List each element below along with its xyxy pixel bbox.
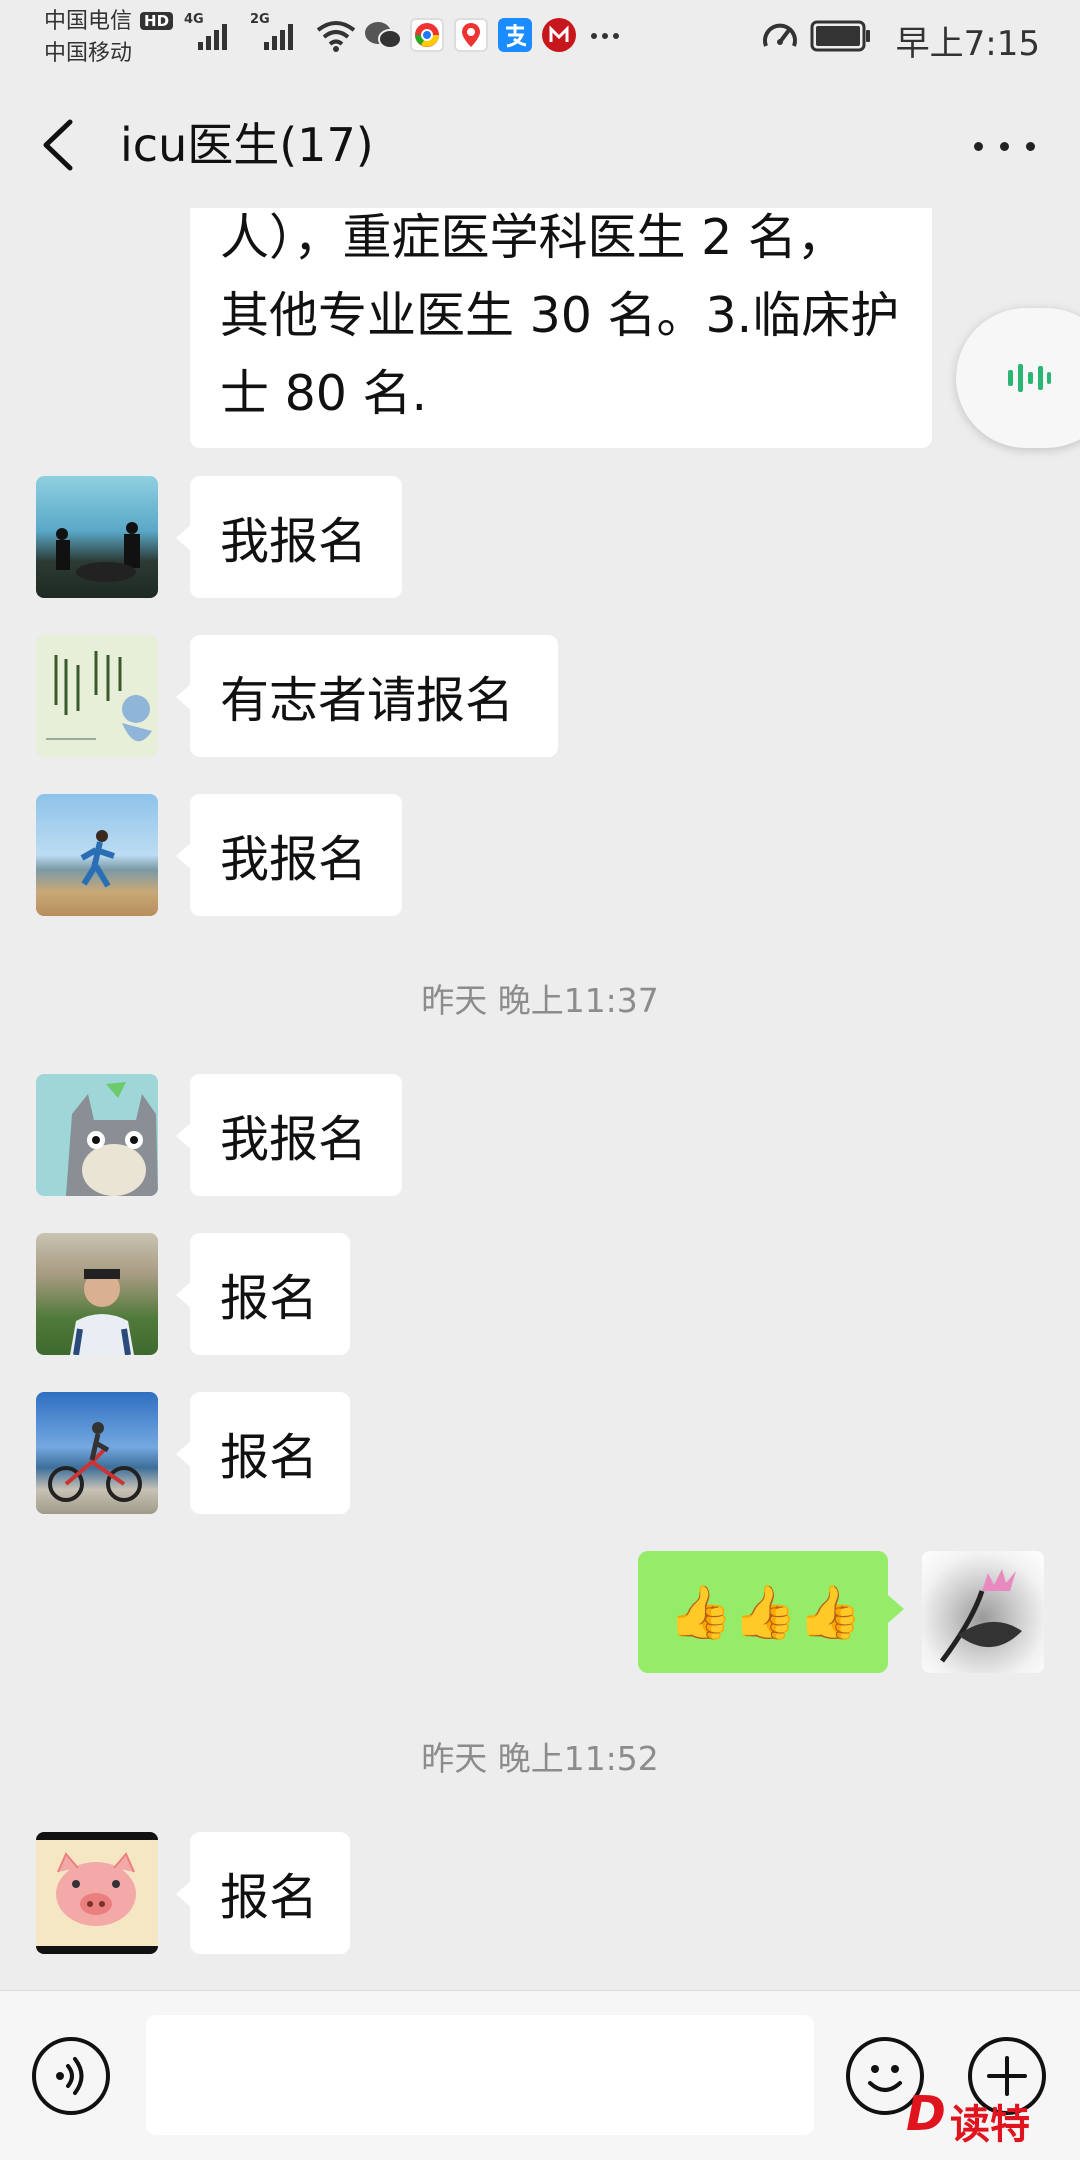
status-bar: 中国电信 HD 中国移动 4G 2G 早上7:15 xyxy=(0,0,1080,80)
timestamp: 昨天 晚上11:52 xyxy=(421,1739,659,1778)
avatar[interactable] xyxy=(36,1392,158,1514)
watermark-logo: D 读特 xyxy=(906,2086,1056,2148)
avatar[interactable] xyxy=(36,635,158,757)
message-text: 我报名 xyxy=(220,1110,368,1168)
more-horizontal-icon xyxy=(974,142,983,151)
timestamp: 昨天 晚上11:37 xyxy=(421,981,659,1020)
my-avatar[interactable] xyxy=(922,1551,1044,1673)
message-bubble-long[interactable]: 人），重症医学科医生 2 名， 其他专业医生 30 名。3.临床护 士 80 名… xyxy=(190,208,932,448)
message-input[interactable] xyxy=(146,2015,814,2135)
status-right: 早上7:15 xyxy=(760,14,1040,64)
avatar[interactable] xyxy=(36,476,158,598)
message-bubble[interactable]: 我报名 xyxy=(176,1074,402,1196)
avatar[interactable] xyxy=(36,1832,158,1954)
more-button[interactable] xyxy=(970,110,1040,180)
watermark-text: 读特 xyxy=(950,2102,1030,2148)
message-text: 报名 xyxy=(220,1868,319,1926)
speed-icon xyxy=(763,23,797,47)
message-bubble[interactable]: 我报名 xyxy=(176,794,402,916)
message-line: 人），重症医学科医生 2 名， xyxy=(220,209,846,266)
wifi-icon xyxy=(316,21,356,52)
chat-screen: 中国电信 HD 中国移动 4G 2G 早上7:15 icu医生(17) 人），重… xyxy=(0,0,1080,2160)
message-text: 报名 xyxy=(220,1269,319,1327)
status-time: 早上7:15 xyxy=(895,24,1040,64)
voice-wave-icon xyxy=(1008,364,1051,392)
avatar[interactable] xyxy=(36,1233,158,1355)
hd-badge: HD xyxy=(140,12,174,30)
message-line: 士 80 名. xyxy=(220,365,428,422)
message-bubble[interactable]: 报名 xyxy=(176,1832,350,1954)
carrier-2: 中国移动 xyxy=(44,41,133,66)
nav-bar: icu医生(17) xyxy=(0,80,1080,208)
avatar[interactable] xyxy=(36,1074,158,1196)
chrome-icon xyxy=(410,18,444,52)
voice-float-button[interactable] xyxy=(956,308,1080,448)
maps-pin-icon xyxy=(454,18,488,52)
chevron-left-icon xyxy=(43,119,73,171)
metro-icon xyxy=(542,18,576,52)
back-button[interactable] xyxy=(30,110,90,180)
thumbs-up-emoji: 👍👍👍 xyxy=(668,1582,863,1643)
message-text: 我报名 xyxy=(220,512,368,570)
message-list[interactable]: 人），重症医学科医生 2 名， 其他专业医生 30 名。3.临床护 士 80 名… xyxy=(0,208,1080,1990)
carrier-info: 中国电信 HD 中国移动 xyxy=(44,6,174,70)
carrier-1: 中国电信 xyxy=(44,9,133,34)
avatar[interactable] xyxy=(36,794,158,916)
message-bubble[interactable]: 报名 xyxy=(176,1392,350,1514)
more-dots-icon xyxy=(591,33,619,39)
message-text: 报名 xyxy=(220,1428,319,1486)
message-line: 其他专业医生 30 名。3.临床护 xyxy=(220,287,900,344)
wechat-icon xyxy=(365,22,402,49)
message-bubble[interactable]: 报名 xyxy=(176,1233,350,1355)
alipay-icon xyxy=(498,18,532,52)
message-bubble-outgoing[interactable]: 👍👍👍 xyxy=(638,1551,904,1673)
battery-icon xyxy=(810,20,870,52)
chat-title: icu医生(17) xyxy=(120,118,374,172)
message-bubble[interactable]: 我报名 xyxy=(176,476,402,598)
voice-icon xyxy=(56,2057,84,2095)
message-text: 我报名 xyxy=(220,830,368,888)
voice-button[interactable] xyxy=(32,2037,110,2115)
watermark-letter: D xyxy=(906,2086,946,2142)
message-bubble[interactable]: 有志者请报名 xyxy=(176,635,558,757)
message-text: 有志者请报名 xyxy=(220,671,515,729)
